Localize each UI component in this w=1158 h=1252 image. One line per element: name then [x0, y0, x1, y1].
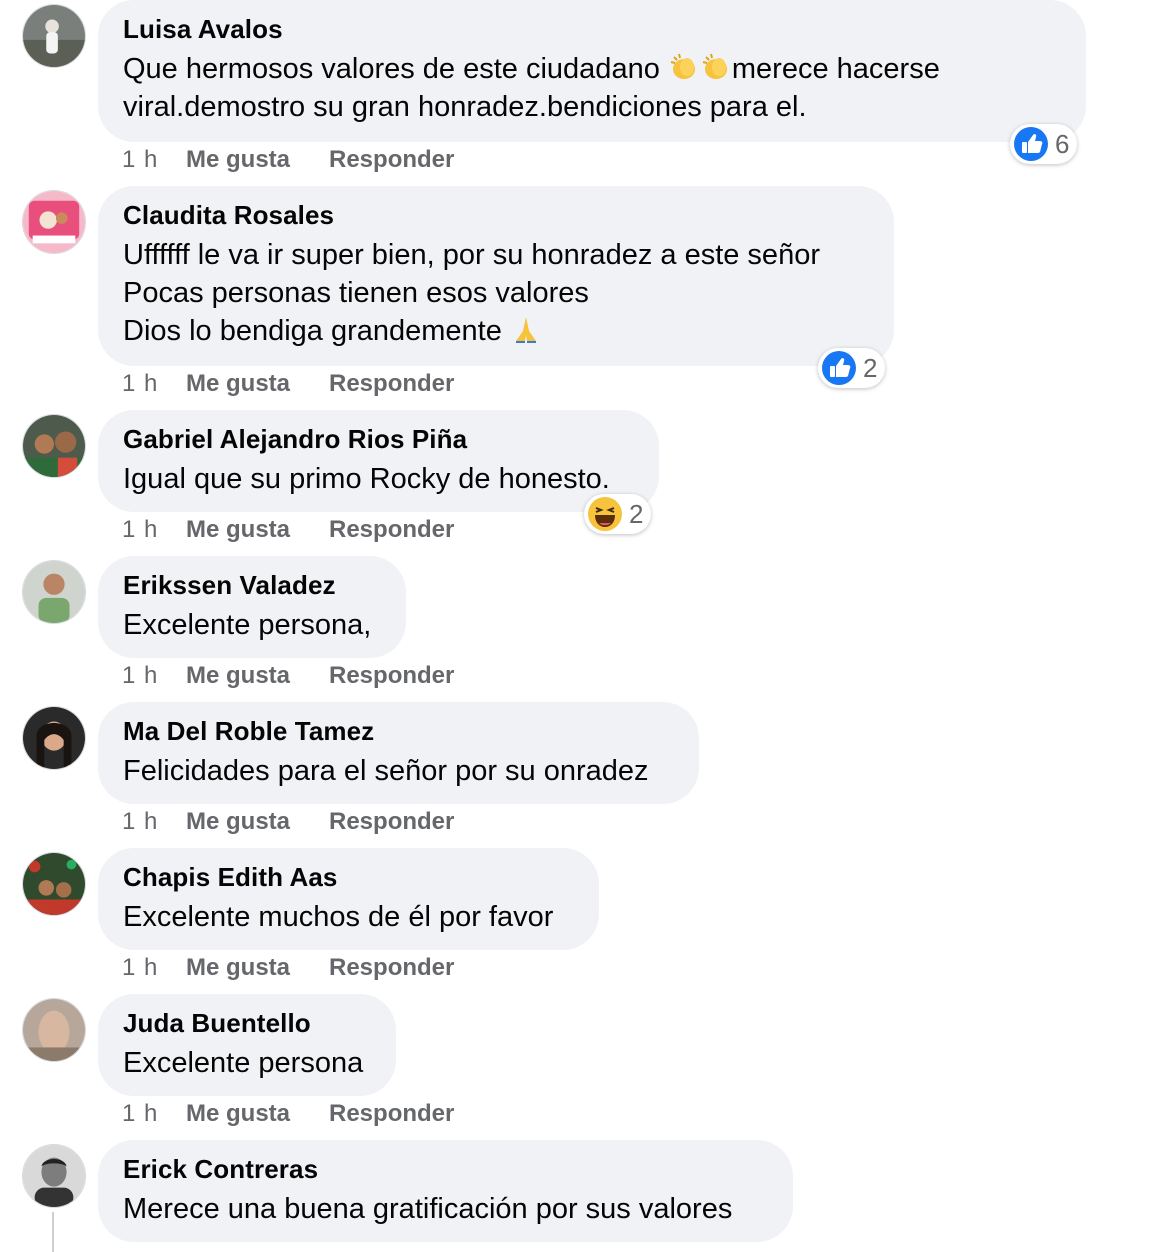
comment-time[interactable]: 1 h: [122, 1100, 186, 1128]
comment-bubble: Luisa Avalos Que hermosos valores de est…: [98, 0, 1086, 142]
comment-text: Excelente persona,: [123, 609, 372, 641]
comment-text: Que hermosos valores de este ciudadano m…: [123, 53, 940, 123]
comment-bubble: Claudita Rosales Uffffff le va ir super …: [98, 186, 894, 366]
reaction-summary[interactable]: 6: [1010, 124, 1078, 164]
comment-time[interactable]: 1 h: [122, 370, 186, 398]
folded-hands-icon: [515, 317, 536, 343]
thread-line: [52, 1212, 54, 1252]
like-button[interactable]: Me gusta: [186, 662, 329, 690]
comment-author[interactable]: Erick Contreras: [123, 1154, 769, 1184]
like-button[interactable]: Me gusta: [186, 1100, 329, 1128]
comment-time[interactable]: 1 h: [122, 146, 186, 174]
comment-actions: 1 h Me gusta Responder: [122, 954, 454, 982]
reply-button[interactable]: Responder: [329, 808, 454, 836]
like-icon: [1014, 127, 1048, 161]
comment-text: Igual que su primo Rocky de honesto.: [123, 463, 610, 495]
comment-bubble: Ma Del Roble Tamez Felicidades para el s…: [98, 702, 699, 804]
comment-author[interactable]: Luisa Avalos: [123, 14, 1062, 44]
comment-actions: 1 h Me gusta Responder: [122, 146, 454, 174]
comment-bubble: Chapis Edith Aas Excelente muchos de él …: [98, 848, 599, 950]
avatar[interactable]: [22, 706, 86, 770]
reply-button[interactable]: Responder: [329, 1100, 454, 1128]
avatar[interactable]: [22, 560, 86, 624]
avatar[interactable]: [22, 190, 86, 254]
comment-text: Uffffff le va ir super bien, por su honr…: [123, 239, 820, 347]
comment-author[interactable]: Ma Del Roble Tamez: [123, 716, 675, 746]
like-button[interactable]: Me gusta: [186, 370, 329, 398]
comment-time[interactable]: 1 h: [122, 662, 186, 690]
avatar[interactable]: [22, 1144, 86, 1208]
comment-actions: 1 h Me gusta Responder: [122, 662, 454, 690]
avatar[interactable]: [22, 998, 86, 1062]
haha-icon: [588, 497, 622, 531]
reaction-summary[interactable]: 2: [818, 348, 886, 388]
comment-author[interactable]: Gabriel Alejandro Rios Piña: [123, 424, 635, 454]
comment-bubble: Erikssen Valadez Excelente persona,: [98, 556, 406, 658]
comment-text: Merece una buena gratificación por sus v…: [123, 1193, 733, 1225]
comment-text: Excelente persona: [123, 1047, 364, 1079]
comment-time[interactable]: 1 h: [122, 516, 186, 544]
clapping-hands-icon: [670, 53, 695, 79]
comment-actions: 1 h Me gusta Responder: [122, 1100, 454, 1128]
reply-button[interactable]: Responder: [329, 516, 454, 544]
comment-time[interactable]: 1 h: [122, 954, 186, 982]
reaction-count: 6: [1055, 128, 1070, 159]
comment-author[interactable]: Claudita Rosales: [123, 200, 870, 230]
reply-button[interactable]: Responder: [329, 662, 454, 690]
comment-actions: 1 h Me gusta Responder: [122, 516, 454, 544]
comment-author[interactable]: Erikssen Valadez: [123, 570, 382, 600]
comment-actions: 1 h Me gusta Responder: [122, 370, 454, 398]
reaction-count: 2: [863, 352, 878, 383]
comment-author[interactable]: Chapis Edith Aas: [123, 862, 575, 892]
reply-button[interactable]: Responder: [329, 370, 454, 398]
comment-time[interactable]: 1 h: [122, 808, 186, 836]
reply-button[interactable]: Responder: [329, 954, 454, 982]
reply-button[interactable]: Responder: [329, 146, 454, 174]
comment-bubble: Juda Buentello Excelente persona: [98, 994, 396, 1096]
reaction-count: 2: [629, 498, 644, 529]
comment-bubble: Erick Contreras Merece una buena gratifi…: [98, 1140, 793, 1242]
comment-actions: 1 h Me gusta Responder: [122, 808, 454, 836]
clapping-hands-icon: [702, 53, 727, 79]
like-button[interactable]: Me gusta: [186, 808, 329, 836]
like-button[interactable]: Me gusta: [186, 954, 329, 982]
comment-text: Excelente muchos de él por favor: [123, 901, 554, 933]
reaction-summary[interactable]: 2: [584, 494, 652, 534]
avatar[interactable]: [22, 414, 86, 478]
avatar[interactable]: [22, 852, 86, 916]
avatar[interactable]: [22, 4, 86, 68]
like-icon: [822, 351, 856, 385]
like-button[interactable]: Me gusta: [186, 146, 329, 174]
like-button[interactable]: Me gusta: [186, 516, 329, 544]
comment-bubble: Gabriel Alejandro Rios Piña Igual que su…: [98, 410, 659, 512]
comment-text: Felicidades para el señor por su onradez: [123, 755, 649, 787]
comment-author[interactable]: Juda Buentello: [123, 1008, 372, 1038]
